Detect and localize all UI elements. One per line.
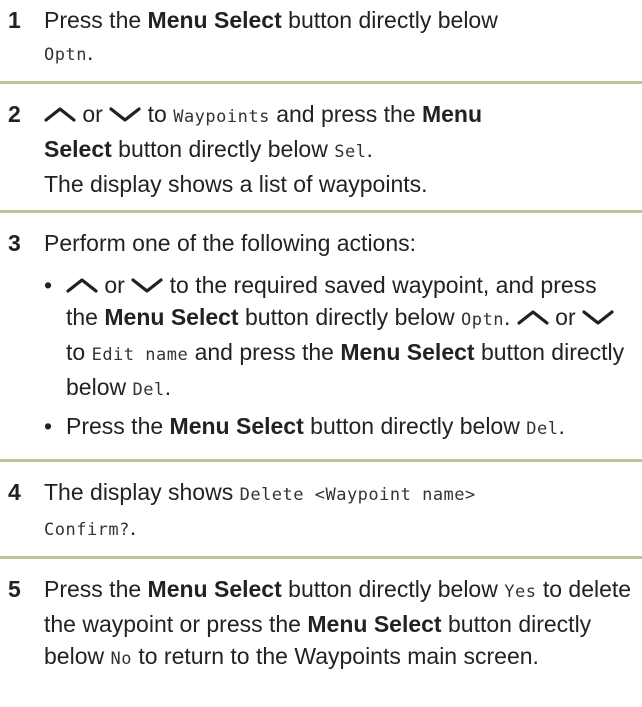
text: or [76, 101, 110, 127]
step-number: 2 [8, 101, 21, 127]
step-5: 5 Press the Menu Select button directly … [0, 569, 642, 685]
step-text: The display shows Delete <Waypoint name>… [44, 476, 634, 546]
text: . [366, 136, 373, 162]
text: button directly below [281, 576, 505, 602]
list-item: • or to the required saved waypoint, and… [44, 269, 634, 406]
text: The display shows [44, 479, 240, 505]
list-item: • Press the Menu Select button directly … [44, 410, 634, 445]
bold-text: Menu Select [147, 7, 282, 33]
up-arrow-icon [66, 277, 98, 293]
step-number: 5 [8, 576, 21, 602]
text: button directly below [238, 304, 462, 330]
bold-text: Menu Select [307, 611, 442, 637]
step-text: or to Waypoints and press the Menu Select… [44, 98, 634, 200]
action-list: • or to the required saved waypoint, and… [44, 269, 634, 445]
text: . [164, 374, 172, 400]
step-1: 1 Press the Menu Select button directly … [0, 0, 642, 81]
procedure: 1 Press the Menu Select button directly … [0, 0, 642, 685]
step-text: Perform one of the following actions: [44, 230, 417, 256]
text: to return to the Waypoints main screen. [131, 643, 539, 669]
step-3: 3 Perform one of the following actions: … [0, 223, 642, 459]
bullet: • [44, 272, 53, 298]
up-arrow-icon [517, 309, 549, 325]
down-arrow-icon [131, 277, 163, 293]
text: Press the [44, 576, 148, 602]
bold-text: Select [44, 136, 112, 162]
bold-text: Menu [421, 101, 483, 127]
divider [0, 210, 642, 213]
text: . [129, 514, 137, 540]
text: button directly below [303, 413, 527, 439]
down-arrow-icon [109, 106, 141, 122]
step-4: 4 The display shows Delete <Waypoint nam… [0, 472, 642, 556]
step-number: 3 [8, 230, 21, 256]
down-arrow-icon [582, 309, 614, 325]
bullet: • [44, 413, 53, 439]
text: Press the [66, 413, 170, 439]
lcd-text: Del [526, 419, 559, 439]
bold-text: Menu Select [147, 576, 282, 602]
step-2: 2 or to Waypoints and press the Menu Sele… [0, 94, 642, 210]
text: or [98, 272, 132, 298]
bold-text: Menu Select [340, 339, 475, 365]
lcd-text: Waypoints [173, 107, 270, 127]
lcd-text: No [110, 649, 132, 669]
text: or [548, 304, 583, 330]
text: to [141, 101, 174, 127]
divider [0, 459, 642, 462]
lcd-text: Delete <Waypoint name> [239, 485, 476, 505]
lcd-text: Optn [44, 45, 87, 65]
text: The display shows a list of waypoints. [44, 171, 428, 197]
lcd-text: Sel [334, 142, 367, 162]
text: and press the [269, 101, 422, 127]
text: . [558, 413, 565, 439]
step-number: 4 [8, 479, 21, 505]
text: . [86, 39, 94, 65]
step-text: Press the Menu Select button directly be… [44, 4, 634, 71]
divider [0, 556, 642, 559]
divider [0, 81, 642, 84]
lcd-text: Yes [504, 582, 537, 602]
text: Press the [44, 7, 148, 33]
lcd-text: Confirm? [44, 520, 130, 540]
up-arrow-icon [44, 106, 76, 122]
bold-text: Menu Select [104, 304, 239, 330]
lcd-text: Optn [461, 310, 504, 330]
text: and press the [188, 339, 341, 365]
step-text: Press the Menu Select button directly be… [44, 573, 634, 675]
text: . [504, 304, 517, 330]
bold-text: Menu Select [169, 413, 304, 439]
text: to [66, 339, 92, 365]
text: button directly below [281, 7, 498, 33]
step-number: 1 [8, 7, 21, 33]
text: button directly below [111, 136, 335, 162]
lcd-text: Del [132, 380, 165, 400]
lcd-text: Edit name [91, 345, 189, 365]
